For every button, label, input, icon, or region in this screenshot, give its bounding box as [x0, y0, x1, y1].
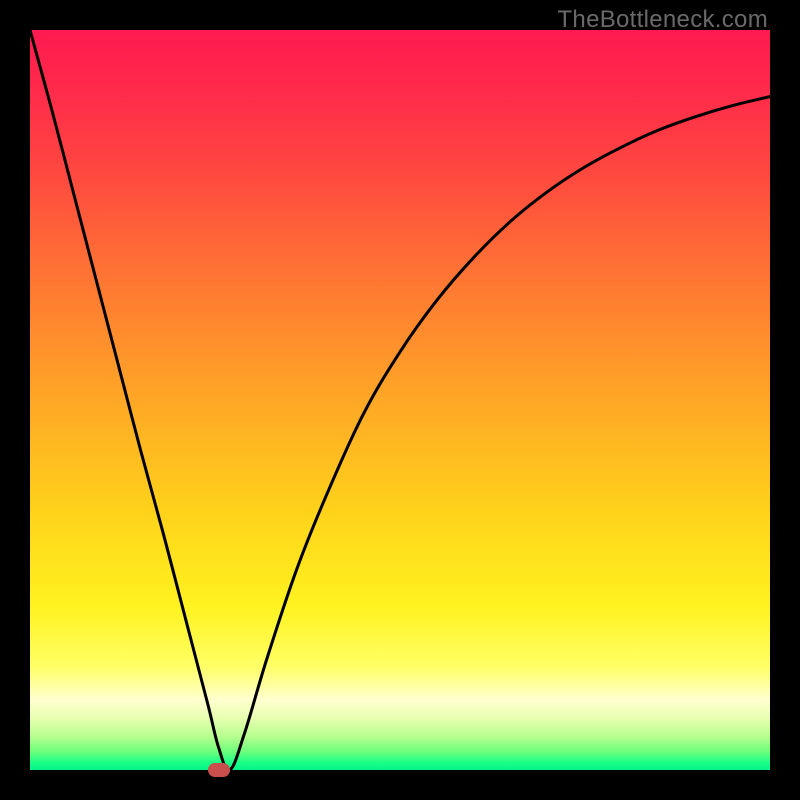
- plot-area: [30, 30, 770, 770]
- bottleneck-curve: [30, 30, 770, 770]
- chart-frame: TheBottleneck.com: [0, 0, 800, 800]
- optimal-point-marker: [208, 763, 230, 777]
